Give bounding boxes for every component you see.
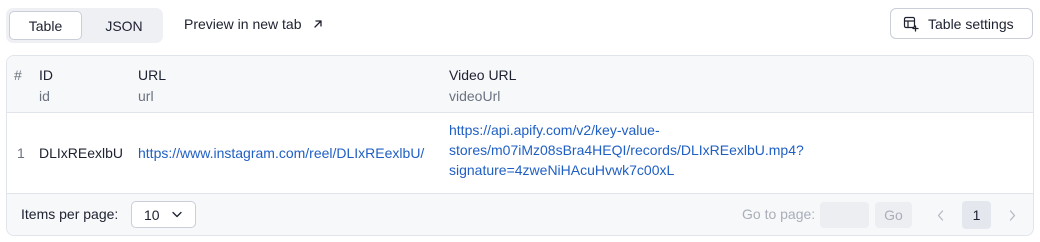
video-url-line: https://api.apify.com/v2/key-value- xyxy=(449,122,660,138)
chevron-right-icon xyxy=(1009,209,1015,221)
tab-json[interactable]: JSON xyxy=(88,11,160,40)
pagination-footer: Items per page: 10 Go to page: Go 1 xyxy=(7,194,1033,235)
data-table: # ID id URL url Video URL videoUrl 1 DLI… xyxy=(6,55,1034,236)
preview-link-label: Preview in new tab xyxy=(184,16,302,32)
row-number: 1 xyxy=(17,145,25,161)
video-url-line: signature=4zweNiHAcuHvwk7c00xL xyxy=(449,162,675,178)
row-number-header: # xyxy=(14,67,22,83)
items-per-page-value: 10 xyxy=(144,206,160,223)
external-link-arrow-icon xyxy=(313,20,322,28)
items-per-page-label: Items per page: xyxy=(21,206,119,222)
column-key: id xyxy=(39,88,50,104)
column-label: Video URL xyxy=(449,67,517,83)
column-header-id[interactable]: ID id xyxy=(39,66,53,106)
column-label: ID xyxy=(39,67,53,83)
next-page-button[interactable] xyxy=(1004,206,1020,224)
previous-page-button[interactable] xyxy=(932,206,948,224)
table-settings-icon xyxy=(903,16,919,32)
table-row: 1 DLIxREexlbU https://www.instagram.com/… xyxy=(7,113,1033,194)
page-button-current[interactable]: 1 xyxy=(962,201,991,229)
table-settings-label: Table settings xyxy=(928,15,1014,32)
column-label: URL xyxy=(138,67,167,83)
column-header-video-url[interactable]: Video URL videoUrl xyxy=(449,66,516,106)
view-switcher: Table JSON xyxy=(6,8,163,43)
cell-url-link[interactable]: https://www.instagram.com/reel/DLIxREexl… xyxy=(138,143,424,163)
chevron-left-icon xyxy=(937,209,943,221)
table-settings-button[interactable]: Table settings xyxy=(890,8,1033,39)
items-per-page-select[interactable]: 10 xyxy=(131,201,196,228)
preview-in-new-tab-link[interactable]: Preview in new tab xyxy=(184,14,324,34)
video-url-line: stores/m07iMz08sBra4HEQI/records/DLIxREe… xyxy=(449,142,804,158)
column-key: videoUrl xyxy=(449,88,501,104)
column-header-url[interactable]: URL url xyxy=(138,66,166,106)
toolbar: Table JSON Preview in new tab Table sett… xyxy=(0,0,1040,50)
go-to-page-input[interactable] xyxy=(820,202,869,228)
table-header: # ID id URL url Video URL videoUrl xyxy=(7,56,1033,113)
chevron-down-icon xyxy=(172,211,182,218)
cell-id: DLIxREexlbU xyxy=(39,145,124,161)
go-button[interactable]: Go xyxy=(875,202,912,228)
tab-table[interactable]: Table xyxy=(9,11,82,40)
column-key: url xyxy=(138,88,154,104)
go-to-page-label: Go to page: xyxy=(742,206,816,222)
cell-video-url-link[interactable]: https://api.apify.com/v2/key-value- stor… xyxy=(449,120,849,180)
